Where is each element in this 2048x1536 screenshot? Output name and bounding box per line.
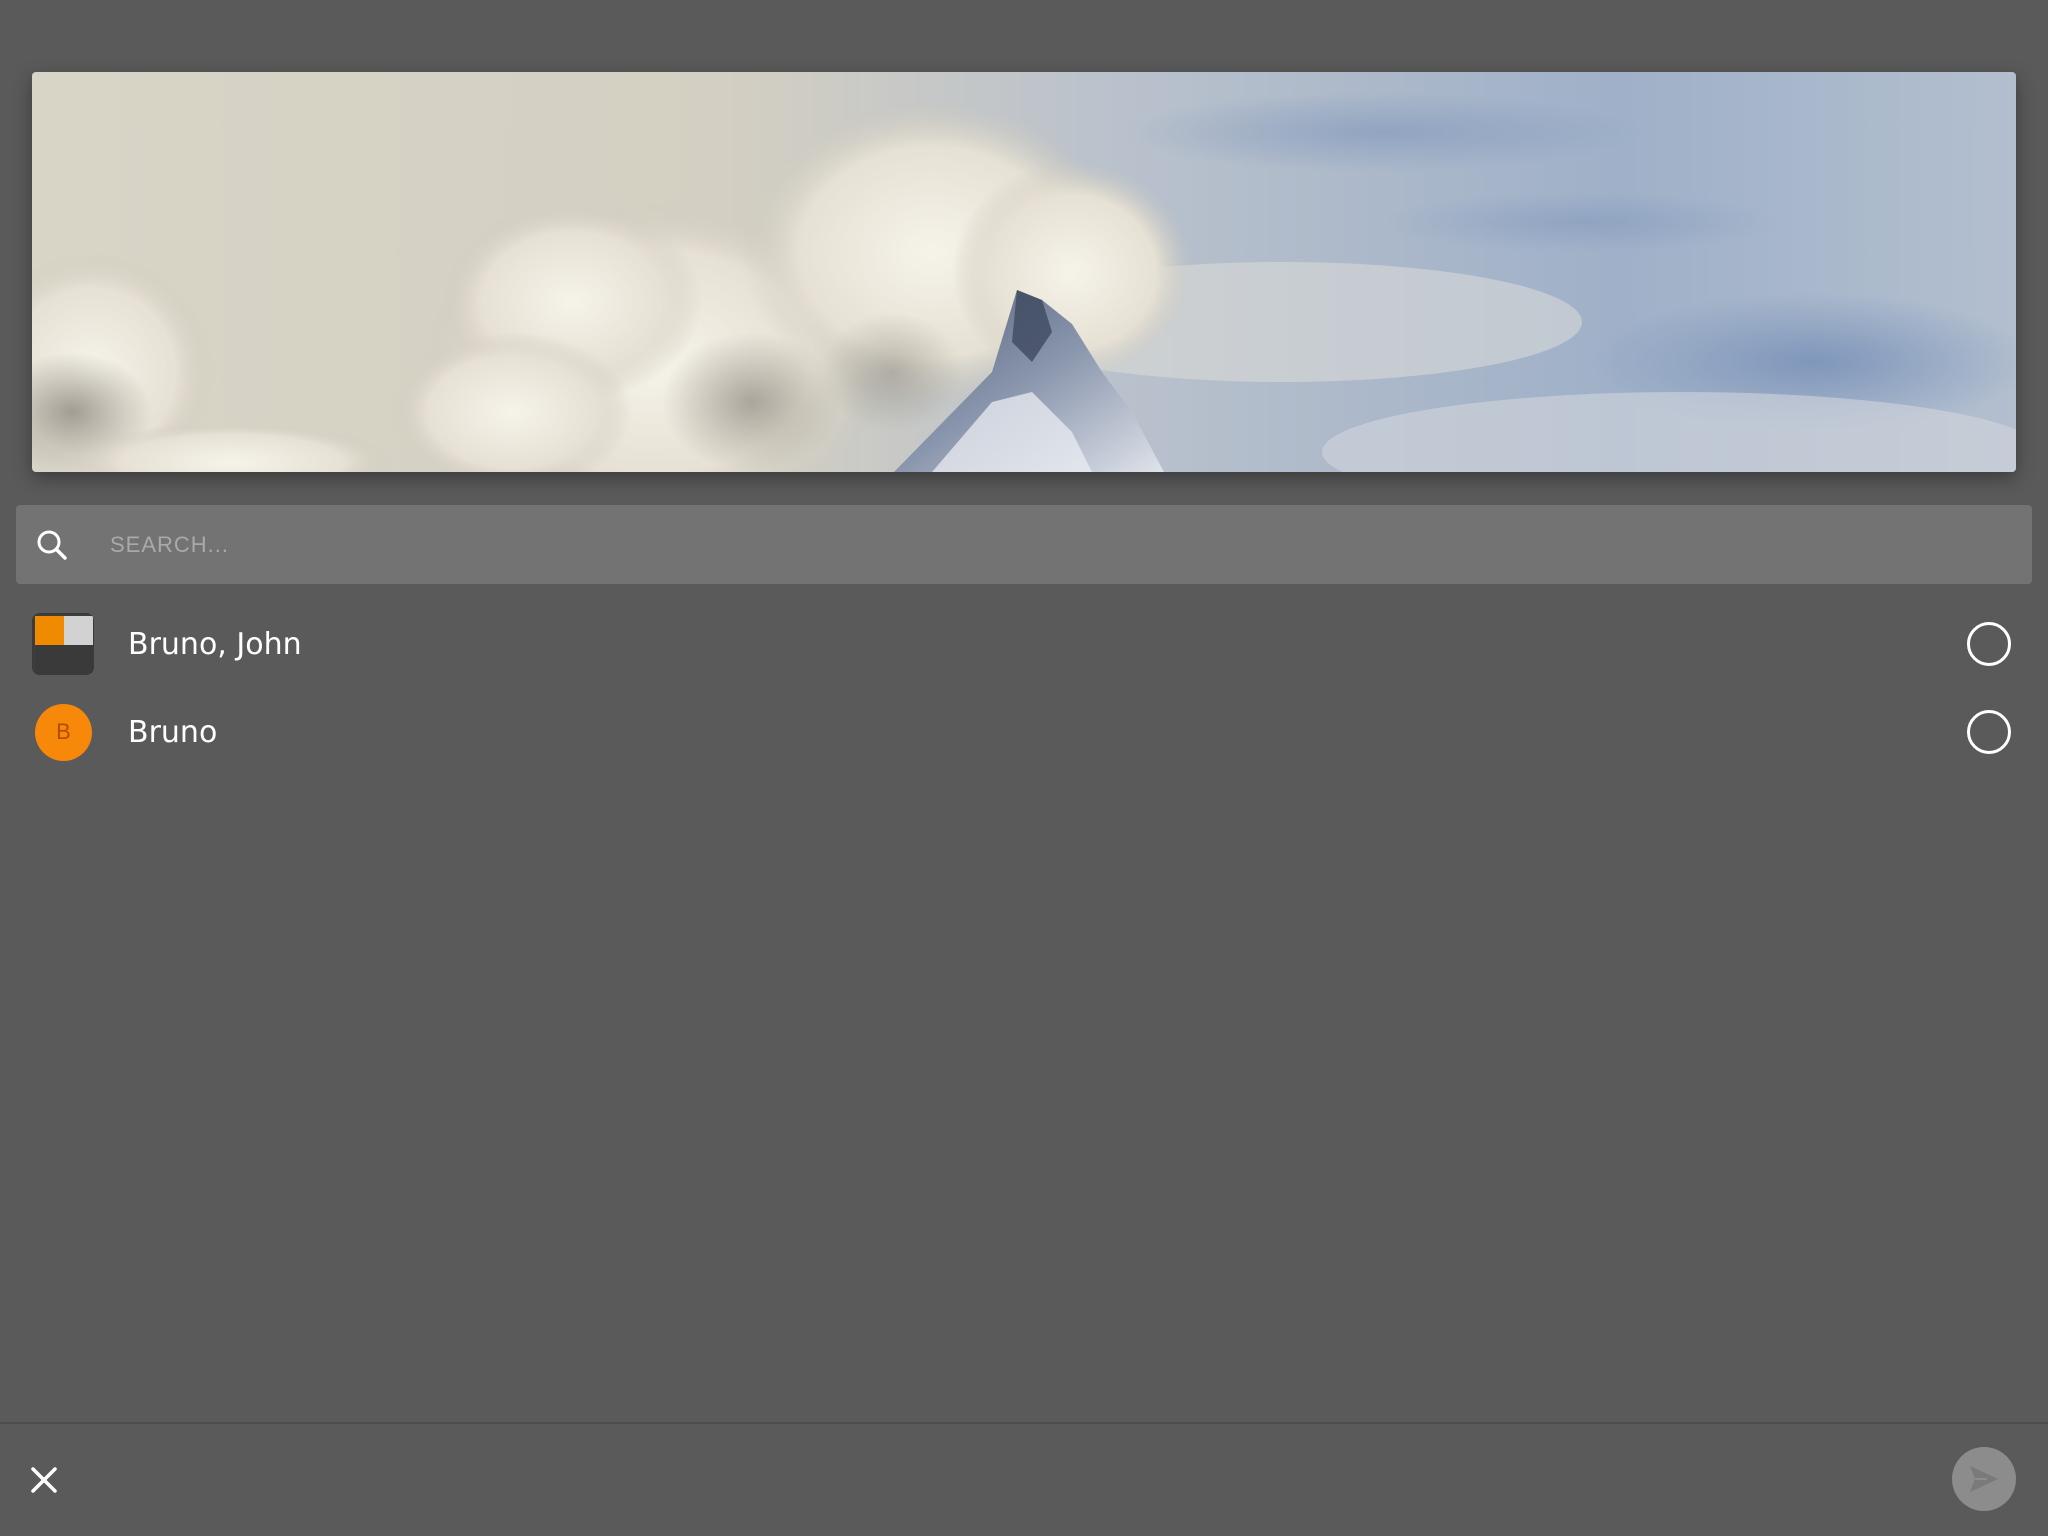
list-item[interactable]: B Bruno [0,688,2048,776]
share-screen: Bruno, John B Bruno [0,0,2048,1536]
group-avatar [32,613,94,675]
select-radio[interactable] [1967,710,2011,754]
search-bar [16,505,2032,584]
mountain-clouds-photo [32,72,2016,472]
send-button[interactable] [1952,1447,2016,1511]
contact-list: Bruno, John B Bruno [0,600,2048,776]
close-button[interactable] [26,1462,62,1498]
header-banner-image [32,72,2016,472]
list-item[interactable]: Bruno, John [0,600,2048,688]
close-icon [31,1467,57,1493]
contact-name: Bruno [128,714,218,750]
contact-name: Bruno, John [128,626,302,662]
send-icon [1970,1466,1998,1492]
search-input[interactable] [108,513,2032,576]
footer-divider [0,1422,2048,1424]
select-radio[interactable] [1967,622,2011,666]
avatar-initial: B [56,719,71,744]
search-icon[interactable] [32,525,72,565]
avatar: B [35,703,92,761]
